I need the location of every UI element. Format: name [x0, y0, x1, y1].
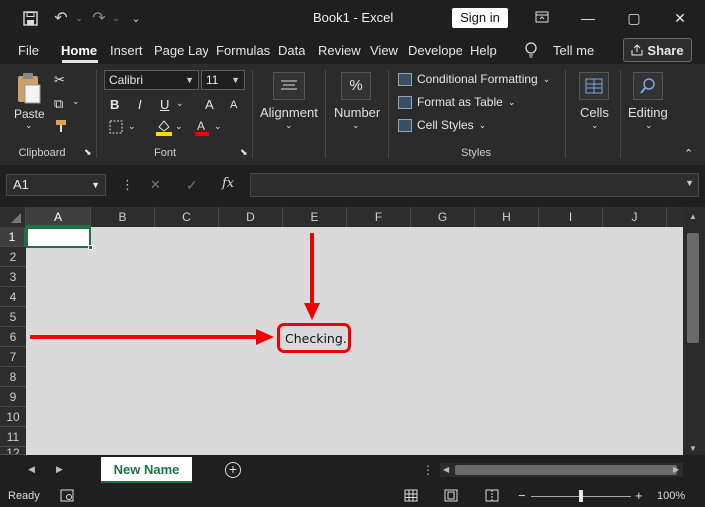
add-sheet-icon[interactable]: + — [225, 462, 241, 478]
page-layout-view-icon[interactable] — [444, 489, 458, 505]
accessibility-icon[interactable] — [60, 489, 74, 505]
vertical-scroll-thumb[interactable] — [687, 233, 699, 343]
horizontal-scroll-thumb[interactable] — [455, 465, 677, 475]
scroll-right-icon[interactable]: ▶ — [673, 465, 679, 474]
zoom-slider-thumb[interactable] — [579, 490, 583, 502]
zoom-out-button[interactable]: − — [518, 488, 526, 503]
zoom-level[interactable]: 100% — [657, 490, 685, 502]
sheet-tab-new-name[interactable]: New Name — [101, 457, 192, 483]
next-sheet-icon[interactable]: ▶ — [56, 464, 63, 475]
scroll-up-icon[interactable]: ▲ — [689, 212, 697, 221]
previous-sheet-icon[interactable]: ◀ — [28, 464, 35, 475]
tab-split-handle-icon[interactable]: ⋮ — [422, 463, 434, 477]
annotation-arrows — [30, 233, 320, 345]
scroll-left-icon[interactable]: ◀ — [443, 465, 449, 474]
scroll-down-icon[interactable]: ▼ — [689, 444, 697, 453]
normal-view-icon[interactable] — [404, 489, 418, 505]
zoom-in-button[interactable]: + — [635, 488, 643, 503]
page-break-preview-icon[interactable] — [485, 489, 499, 505]
status-ready: Ready — [8, 490, 40, 502]
highlight-box — [277, 323, 351, 353]
